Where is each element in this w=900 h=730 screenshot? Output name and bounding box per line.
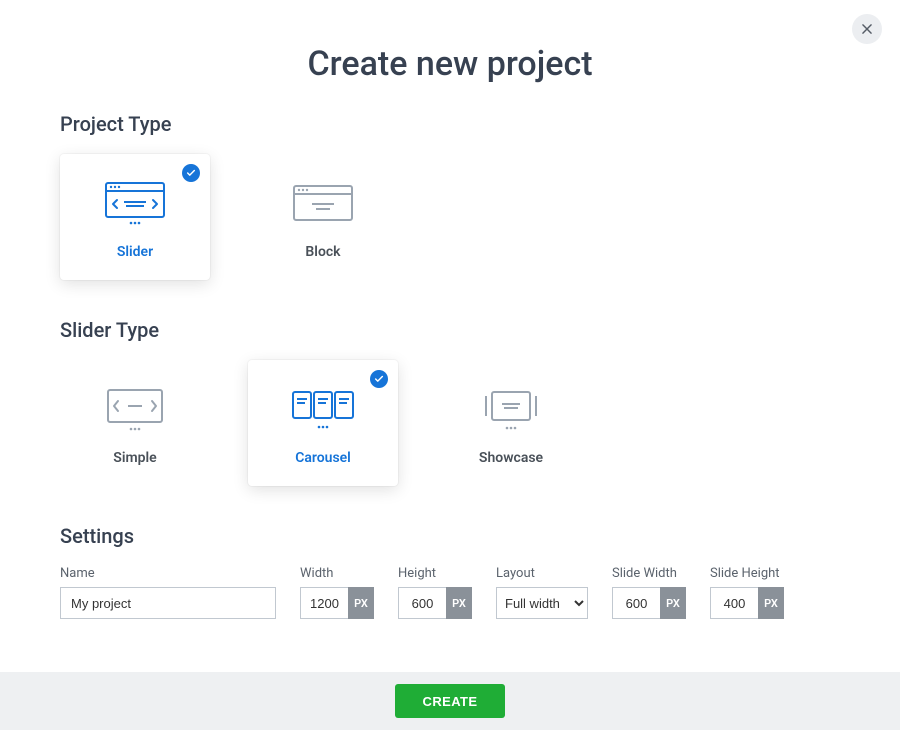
block-icon — [292, 174, 354, 234]
project-type-slider[interactable]: Slider — [60, 154, 210, 280]
slider-type-carousel[interactable]: Carousel — [248, 360, 398, 486]
create-button[interactable]: CREATE — [395, 684, 506, 718]
project-type-options: Slider Block — [60, 154, 840, 280]
close-icon — [860, 22, 874, 36]
settings-heading: Settings — [60, 524, 840, 548]
slide-width-unit: PX — [660, 587, 686, 619]
slider-type-showcase[interactable]: Showcase — [436, 360, 586, 486]
slider-icon — [104, 174, 166, 234]
modal-footer: CREATE — [0, 672, 900, 730]
width-field: Width PX — [300, 566, 374, 619]
carousel-icon — [290, 380, 356, 440]
height-label: Height — [398, 566, 472, 581]
slider-type-simple[interactable]: Simple — [60, 360, 210, 486]
name-input[interactable] — [60, 587, 276, 619]
slide-height-input[interactable] — [710, 587, 758, 619]
showcase-icon — [478, 380, 544, 440]
card-label: Showcase — [479, 450, 543, 466]
card-label: Slider — [117, 244, 153, 260]
modal-title: Create new project — [60, 44, 840, 84]
height-input[interactable] — [398, 587, 446, 619]
height-unit: PX — [446, 587, 472, 619]
project-type-block[interactable]: Block — [248, 154, 398, 280]
slide-width-field: Slide Width PX — [612, 566, 686, 619]
name-field: Name — [60, 566, 276, 619]
checkmark-icon — [182, 164, 200, 182]
checkmark-icon — [370, 370, 388, 388]
simple-icon — [104, 380, 166, 440]
width-unit: PX — [348, 587, 374, 619]
slide-height-field: Slide Height PX — [710, 566, 784, 619]
project-type-heading: Project Type — [60, 112, 840, 136]
card-label: Block — [305, 244, 340, 260]
slide-width-label: Slide Width — [612, 566, 686, 581]
slide-height-unit: PX — [758, 587, 784, 619]
layout-select[interactable]: Full width — [496, 587, 588, 619]
slider-type-options: Simple Carousel — [60, 360, 840, 486]
slide-width-input[interactable] — [612, 587, 660, 619]
layout-label: Layout — [496, 566, 588, 581]
close-button[interactable] — [852, 14, 882, 44]
slider-type-heading: Slider Type — [60, 318, 840, 342]
height-field: Height PX — [398, 566, 472, 619]
card-label: Carousel — [295, 450, 351, 466]
card-label: Simple — [113, 450, 156, 466]
width-label: Width — [300, 566, 374, 581]
layout-field: Layout Full width — [496, 566, 588, 619]
name-label: Name — [60, 566, 276, 581]
settings-row: Name Width PX Height PX Layout Full widt… — [60, 566, 840, 619]
width-input[interactable] — [300, 587, 348, 619]
slide-height-label: Slide Height — [710, 566, 784, 581]
